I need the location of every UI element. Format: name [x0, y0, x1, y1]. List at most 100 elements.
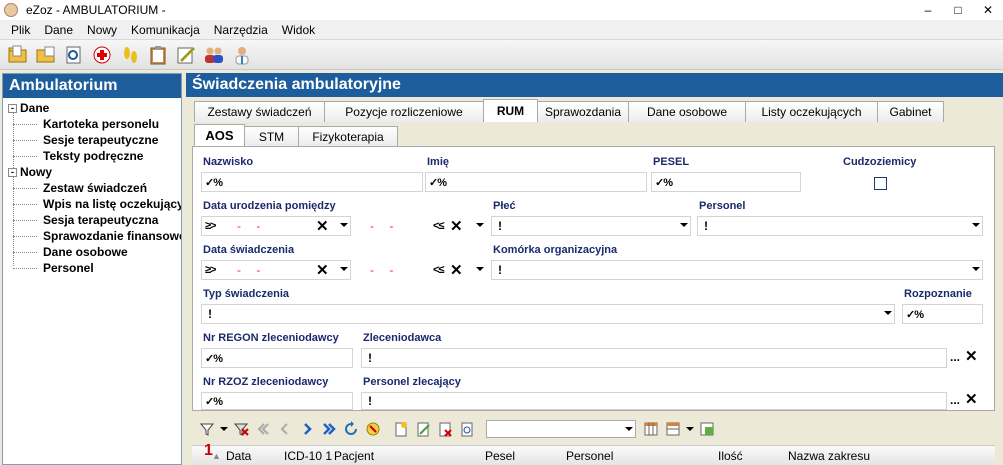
cudzoziemcy-checkbox[interactable]: [874, 177, 887, 190]
komorka-select[interactable]: !: [491, 260, 983, 280]
personel-zlecajacy-browse-button[interactable]: ...: [950, 393, 960, 407]
lte-operator-icon[interactable]: <≤: [430, 220, 445, 232]
like-operator-icon[interactable]: ✓%: [652, 176, 673, 189]
clear-date-icon[interactable]: ✕: [316, 261, 329, 279]
dropdown-arrow-icon[interactable]: [884, 311, 892, 315]
last-page-icon[interactable]: [320, 420, 338, 438]
data-swiadczenia-od-input[interactable]: ≥> - - ✕: [201, 260, 351, 280]
dropdown-arrow-icon[interactable]: [340, 267, 348, 271]
column-header-personel[interactable]: Personel: [566, 449, 613, 463]
tree-item-wpis-na-liste[interactable]: Wpis na listę oczekujących: [3, 196, 181, 212]
delete-record-icon[interactable]: [436, 420, 454, 438]
column-header-nazwa-zakresu[interactable]: Nazwa zakresu: [788, 449, 870, 463]
dropdown-arrow-icon[interactable]: [972, 223, 980, 227]
zleceniodawca-input[interactable]: !: [361, 348, 947, 368]
tab-listy-oczekujacych[interactable]: Listy oczekujących: [745, 101, 878, 122]
menu-narzedzia[interactable]: Narzędzia: [207, 23, 275, 37]
close-window-icon[interactable]: ✕: [973, 0, 1003, 20]
tree-item-dane-osobowe[interactable]: Dane osobowe: [3, 244, 181, 260]
new-record-icon[interactable]: [392, 420, 410, 438]
filter-icon[interactable]: [198, 420, 216, 438]
tree-item-sprawozdanie-finansowe[interactable]: Sprawozdanie finansowe: [3, 228, 181, 244]
like-operator-icon[interactable]: ✓%: [202, 352, 223, 365]
tab-pozycje-rozliczeniowe[interactable]: Pozycje rozliczeniowe: [324, 101, 484, 122]
menu-dane[interactable]: Dane: [37, 23, 80, 37]
column-header-ilosc[interactable]: Ilość: [718, 449, 743, 463]
menu-plik[interactable]: Plik: [4, 23, 37, 37]
personel-select[interactable]: !: [697, 216, 983, 236]
preview-record-icon[interactable]: [458, 420, 476, 438]
tree-item-zestaw-swiadczen[interactable]: Zestaw świadczeń: [3, 180, 181, 196]
view-select[interactable]: [486, 420, 636, 438]
zleceniodawca-clear-icon[interactable]: ✕: [965, 347, 978, 365]
refresh-icon[interactable]: [342, 420, 360, 438]
lte-operator-icon[interactable]: <≤: [430, 264, 445, 276]
personel-zlecajacy-input[interactable]: !: [361, 392, 947, 410]
tab-zestawy-swiadczen[interactable]: Zestawy świadczeń: [194, 101, 325, 122]
edit-pencil-icon[interactable]: [174, 43, 198, 67]
pesel-input[interactable]: ✓%: [651, 172, 801, 192]
dropdown-arrow-icon[interactable]: [476, 267, 484, 271]
previous-page-icon[interactable]: [276, 420, 294, 438]
grid-layout-dropdown-icon[interactable]: [686, 420, 694, 438]
data-urodzenia-do-input[interactable]: - - <≤ ✕: [359, 216, 487, 236]
tab-gabinet[interactable]: Gabinet: [877, 101, 944, 122]
tree-item-personel[interactable]: Personel: [3, 260, 181, 276]
typ-swiadczenia-select[interactable]: !: [201, 304, 895, 324]
personel-zlecajacy-clear-icon[interactable]: ✕: [965, 390, 978, 408]
nazwisko-input[interactable]: ✓%: [201, 172, 423, 192]
clear-date-icon[interactable]: ✕: [316, 217, 329, 235]
menu-nowy[interactable]: Nowy: [80, 23, 124, 37]
subtab-fizykoterapia[interactable]: Fizykoterapia: [298, 126, 398, 146]
column-header-data[interactable]: Data: [226, 449, 251, 463]
subtab-aos[interactable]: AOS: [194, 124, 245, 146]
column-header-pacjent[interactable]: Pacjent: [334, 449, 374, 463]
medical-cross-icon[interactable]: [90, 43, 114, 67]
dropdown-arrow-icon[interactable]: [680, 223, 688, 227]
clear-filter-icon[interactable]: [232, 420, 250, 438]
next-page-icon[interactable]: [298, 420, 316, 438]
like-operator-icon[interactable]: ✓%: [202, 395, 223, 408]
like-operator-icon[interactable]: ✓%: [426, 176, 447, 189]
data-swiadczenia-do-input[interactable]: - - <≤ ✕: [359, 260, 487, 280]
column-header-pesel[interactable]: Pesel: [485, 449, 515, 463]
zleceniodawca-browse-button[interactable]: ...: [950, 350, 960, 364]
clipboard-icon[interactable]: [146, 43, 170, 67]
stop-refresh-icon[interactable]: [364, 420, 382, 438]
nr-rzoz-input[interactable]: ✓%: [201, 392, 353, 410]
nr-regon-input[interactable]: ✓%: [201, 348, 353, 368]
plec-select[interactable]: !: [491, 216, 691, 236]
minimize-icon[interactable]: –: [913, 0, 943, 20]
gte-operator-icon[interactable]: ≥>: [202, 220, 217, 232]
clear-date-icon[interactable]: ✕: [450, 261, 463, 279]
folder-icon[interactable]: [34, 43, 58, 67]
open-folder-icon[interactable]: [6, 43, 30, 67]
dropdown-arrow-icon[interactable]: [340, 223, 348, 227]
grid-layout-icon[interactable]: [664, 420, 682, 438]
tree-group-dane[interactable]: - Dane: [3, 100, 181, 116]
first-page-icon[interactable]: [254, 420, 272, 438]
footprints-icon[interactable]: [118, 43, 142, 67]
like-operator-icon[interactable]: ✓%: [903, 308, 924, 321]
edit-record-icon[interactable]: [414, 420, 432, 438]
tab-dane-osobowe[interactable]: Dane osobowe: [628, 101, 746, 122]
column-header-icd10[interactable]: ICD-10 1: [284, 449, 332, 463]
dropdown-arrow-icon[interactable]: [972, 267, 980, 271]
like-operator-icon[interactable]: ✓%: [202, 176, 223, 189]
maximize-icon[interactable]: □: [943, 0, 973, 20]
tab-rum[interactable]: RUM: [483, 99, 538, 122]
tree-item-sesje-terapeutyczne[interactable]: Sesje terapeutyczne: [3, 132, 181, 148]
clear-date-icon[interactable]: ✕: [450, 217, 463, 235]
imie-input[interactable]: ✓%: [425, 172, 647, 192]
rozpoznanie-input[interactable]: ✓%: [902, 304, 983, 324]
tree-group-nowy[interactable]: - Nowy: [3, 164, 181, 180]
doctor-icon[interactable]: [230, 43, 254, 67]
dropdown-arrow-icon[interactable]: [625, 427, 633, 431]
collapse-icon[interactable]: -: [8, 103, 17, 113]
find-document-icon[interactable]: [62, 43, 86, 67]
tree-item-sesja-terapeutyczna[interactable]: Sesja terapeutyczna: [3, 212, 181, 228]
data-urodzenia-od-input[interactable]: ≥> - - ✕: [201, 216, 351, 236]
subtab-stm[interactable]: STM: [244, 126, 299, 146]
users-icon[interactable]: [202, 43, 226, 67]
filter-dropdown-icon[interactable]: [220, 420, 228, 438]
